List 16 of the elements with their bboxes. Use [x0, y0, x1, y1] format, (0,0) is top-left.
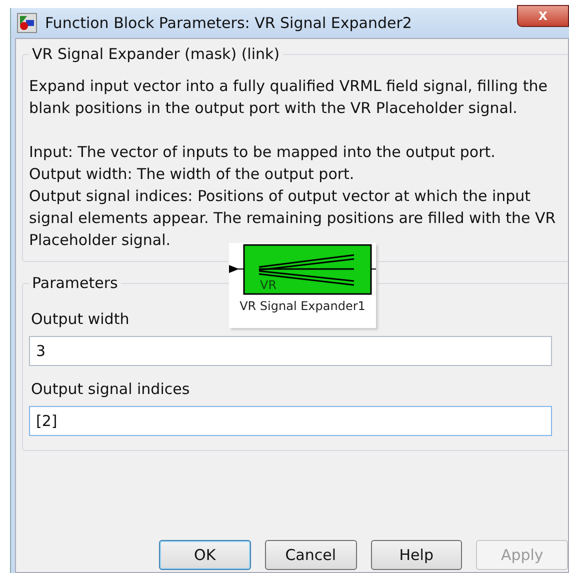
input-field[interactable]: 3: [29, 336, 552, 366]
field-label: Output signal indices: [31, 380, 190, 398]
block-name: VR Signal Expander1: [240, 299, 366, 313]
group-title: Parameters: [31, 274, 119, 292]
dialog-button[interactable]: Help: [370, 540, 462, 570]
window-title: Function Block Parameters: VR Signal Expander2: [45, 14, 412, 32]
input-arrow-icon: [229, 265, 244, 273]
input-field[interactable]: [2]: [29, 406, 552, 436]
description-text: Input: The vector of inputs to be mapped into the output port. Output width: The width of the output port. Output signal indices: Positions of output vector at which the input signal elements appear. The remaining positions are filled with the VR Placeholder signal.: [29, 142, 557, 251]
dialog-button[interactable]: Cancel: [264, 540, 356, 570]
group-title: VR Signal Expander (mask) (link): [31, 45, 281, 63]
description-text: Expand input vector into a fully qualified VRML field signal, filling the blank positions in the output port with the VR Placeholder signal.: [29, 76, 548, 119]
app-icon: [17, 13, 37, 33]
block-icon-text: VR: [260, 278, 277, 292]
dialog-button[interactable]: OK: [159, 540, 251, 570]
field-label: Output width: [31, 310, 130, 328]
